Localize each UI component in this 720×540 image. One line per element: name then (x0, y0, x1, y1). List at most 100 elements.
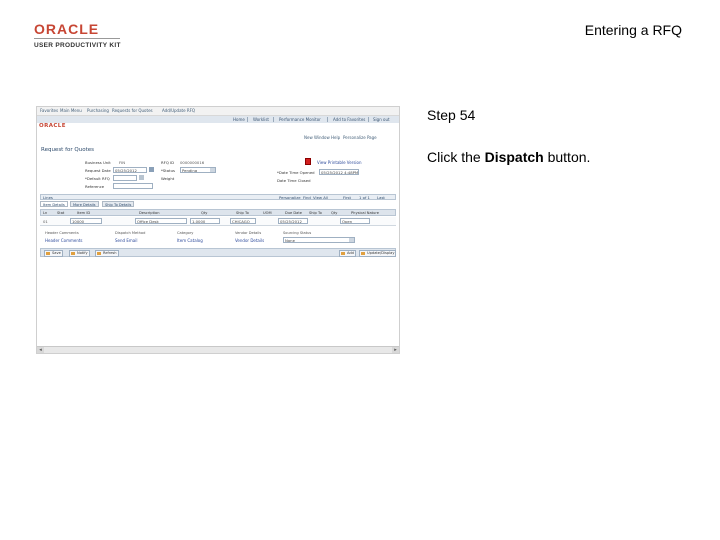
row-qty-field[interactable]: 1.0000 (190, 218, 220, 224)
rfq-id-label: RFQ ID (161, 160, 175, 165)
section-label: Header Comments (45, 231, 79, 235)
breadcrumb-favorites[interactable]: Favorites (40, 108, 58, 113)
notify-button[interactable]: Notify (69, 250, 90, 257)
add-label: Add (347, 251, 354, 255)
notify-icon (71, 252, 75, 255)
save-icon (46, 252, 50, 255)
update-display-button[interactable]: Update/Display (359, 250, 397, 257)
send-email-link[interactable]: Send Email (115, 238, 137, 243)
instruction-target: Dispatch (484, 149, 544, 165)
nav-separator (327, 117, 328, 122)
row-description-field[interactable]: Office Desk (135, 218, 187, 224)
notify-label: Notify (77, 251, 88, 255)
nav-separator (247, 117, 248, 122)
button-bar: Save Notify Refresh Add Update/Display (40, 248, 397, 257)
breadcrumb-main-menu[interactable]: Main Menu (60, 108, 82, 113)
item-catalog-link[interactable]: Item Catalog (177, 238, 203, 243)
scroll-left-icon[interactable]: ◂ (37, 347, 44, 353)
nav-home[interactable]: Home (233, 117, 245, 122)
breadcrumb-purchasing[interactable]: Purchasing (87, 108, 109, 113)
nav-add-to-favorites[interactable]: Add to Favorites (333, 117, 365, 122)
new-window-link[interactable]: New Window (304, 135, 330, 140)
row-line-number: 01 (43, 219, 48, 224)
weight-label: Weight (161, 176, 175, 181)
instruction-text: Click the Dispatch button. (427, 149, 590, 165)
status-select[interactable]: Pending (180, 167, 216, 173)
column-header: Ln (43, 211, 48, 215)
table-row: 01 10000 Office Desk 1.0000 CHICAGO 05/2… (40, 217, 396, 226)
breadcrumb-add-update-rfq[interactable]: Add/Update RFQ (162, 108, 195, 113)
column-header: Qty (201, 211, 208, 215)
column-header: Ship To (236, 211, 249, 215)
breadcrumb-rfq[interactable]: Requests for Quotes (112, 108, 153, 113)
page-title: Request for Quotes (41, 147, 94, 153)
personalize-page-link[interactable]: Personalize Page (343, 135, 377, 140)
section-label: Category (177, 231, 194, 235)
request-date-field[interactable]: 05/25/2012 (113, 167, 147, 173)
row-status-field[interactable]: Open (340, 218, 370, 224)
update-display-label: Update/Display (367, 251, 395, 255)
grid-first-link[interactable]: First (343, 195, 351, 200)
business-unit-value: FIN (119, 160, 126, 165)
request-date-label: Request Date (85, 168, 111, 173)
add-icon (341, 252, 345, 255)
grid-view-all-link[interactable]: View All (313, 195, 328, 200)
header-comments-link[interactable]: Header Comments (45, 238, 83, 243)
row-item-field[interactable]: 10000 (70, 218, 102, 224)
grid-title: Lines (43, 195, 53, 200)
refresh-label: Refresh (103, 251, 117, 255)
tab-ship-to-details[interactable]: Ship To Details (102, 201, 135, 207)
horizontal-scrollbar[interactable]: ◂ ▸ (37, 346, 399, 353)
grid-last-link[interactable]: Last (377, 195, 385, 200)
tab-more-details[interactable]: More Details (70, 201, 99, 207)
nav-sign-out[interactable]: Sign out (373, 117, 390, 122)
dispatch-button[interactable] (305, 158, 311, 165)
logo-brand: ORACLE (34, 21, 100, 37)
refresh-icon (97, 252, 101, 255)
scroll-right-icon[interactable]: ▸ (392, 347, 399, 353)
nav-separator (273, 117, 274, 122)
grid-tabs: Item Details More Details Ship To Detail… (40, 201, 396, 208)
grid-page-count: 1 of 1 (359, 195, 370, 200)
grid-personalize-link[interactable]: Personalize (279, 195, 301, 200)
add-button[interactable]: Add (339, 250, 356, 257)
column-header: Due Date (285, 211, 302, 215)
nav-worklist[interactable]: Worklist (253, 117, 269, 122)
nav-performance-monitor[interactable]: Performance Monitor (279, 117, 321, 122)
help-link[interactable]: Help (331, 135, 340, 140)
column-header: Stat (57, 211, 65, 215)
tab-item-details[interactable]: Item Details (40, 201, 68, 207)
application-screenshot: Favorites Main Menu Purchasing Requests … (36, 106, 400, 354)
lookup-icon[interactable] (139, 175, 144, 180)
save-label: Save (52, 251, 61, 255)
instruction-suffix: button. (543, 149, 591, 165)
oracle-upk-logo: ORACLE USER PRODUCTIVITY KIT (34, 21, 124, 49)
step-label: Step 54 (427, 107, 476, 123)
update-display-icon (361, 252, 365, 255)
grid-find-link[interactable]: Find (303, 195, 311, 200)
view-printable-version-link[interactable]: View Printable Version (317, 160, 362, 165)
vendor-details-link[interactable]: Vendor Details (235, 238, 264, 243)
row-ship-to-field[interactable]: CHICAGO (230, 218, 256, 224)
rfq-id-value: 0000000016 (180, 160, 205, 165)
refresh-button[interactable]: Refresh (95, 250, 119, 257)
app-brand-logo: ORACLE (39, 123, 66, 129)
instruction-prefix: Click the (427, 149, 485, 165)
column-header: Ship To (309, 211, 322, 215)
reference-label: Reference (85, 184, 105, 189)
calendar-icon[interactable] (149, 167, 154, 172)
global-nav: Home Worklist Performance Monitor Add to… (37, 116, 399, 123)
nav-separator (368, 117, 369, 122)
sourcing-status-label: Sourcing Status (283, 231, 312, 235)
sourcing-status-select[interactable]: None (283, 237, 355, 243)
row-due-date-field[interactable]: 05/25/2012 (278, 218, 308, 224)
document-title: Entering a RFQ (584, 22, 682, 38)
save-button[interactable]: Save (44, 250, 63, 257)
default-rfq-label: *Default RFQ (85, 176, 110, 181)
lines-grid-header: Lines Personalize Find View All First 1 … (40, 194, 396, 200)
date-time-opened-field[interactable]: 05/25/2012 4:48PM (319, 169, 359, 175)
reference-field[interactable] (113, 183, 153, 189)
logo-product: USER PRODUCTIVITY KIT (34, 42, 121, 49)
default-rfq-field[interactable] (113, 175, 137, 181)
column-header: Description (139, 211, 160, 215)
